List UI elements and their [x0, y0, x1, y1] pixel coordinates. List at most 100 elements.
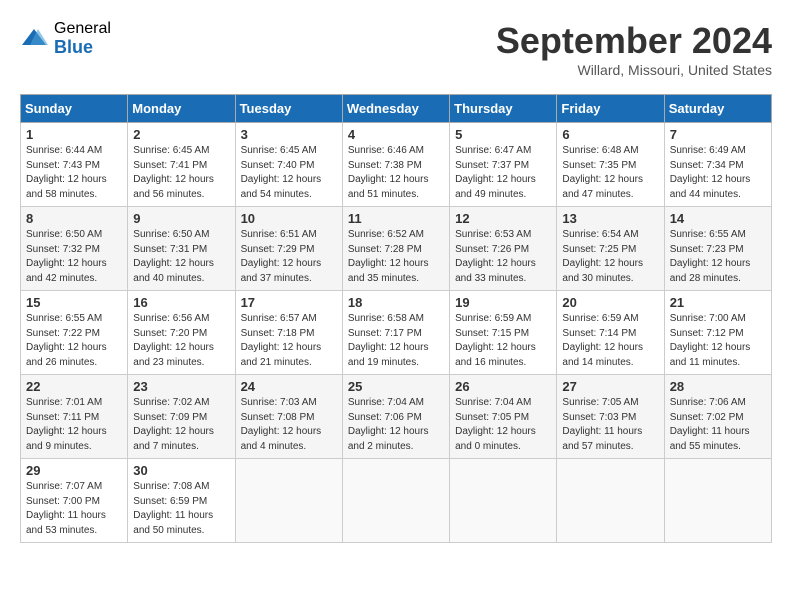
calendar-cell: 23 Sunrise: 7:02 AM Sunset: 7:09 PM Dayl… [128, 375, 235, 459]
sunset-label: Sunset: 7:37 PM [455, 160, 529, 171]
logo: General Blue [20, 20, 111, 57]
sunrise-label: Sunrise: 7:01 AM [26, 397, 102, 408]
day-number: 27 [562, 379, 658, 394]
calendar-cell: 13 Sunrise: 6:54 AM Sunset: 7:25 PM Dayl… [557, 207, 664, 291]
calendar-cell: 29 Sunrise: 7:07 AM Sunset: 7:00 PM Dayl… [21, 459, 128, 543]
sunrise-label: Sunrise: 6:45 AM [133, 145, 209, 156]
sunset-label: Sunset: 7:15 PM [455, 328, 529, 339]
calendar-cell: 19 Sunrise: 6:59 AM Sunset: 7:15 PM Dayl… [450, 291, 557, 375]
daylight-label: Daylight: 12 hours and 47 minutes. [562, 174, 643, 200]
day-number: 2 [133, 127, 229, 142]
daylight-label: Daylight: 12 hours and 21 minutes. [241, 342, 322, 368]
calendar-week-row: 29 Sunrise: 7:07 AM Sunset: 7:00 PM Dayl… [21, 459, 772, 543]
day-number: 28 [670, 379, 766, 394]
calendar-cell: 17 Sunrise: 6:57 AM Sunset: 7:18 PM Dayl… [235, 291, 342, 375]
calendar-cell: 9 Sunrise: 6:50 AM Sunset: 7:31 PM Dayli… [128, 207, 235, 291]
calendar-cell: 16 Sunrise: 6:56 AM Sunset: 7:20 PM Dayl… [128, 291, 235, 375]
calendar-cell: 18 Sunrise: 6:58 AM Sunset: 7:17 PM Dayl… [342, 291, 449, 375]
daylight-label: Daylight: 12 hours and 49 minutes. [455, 174, 536, 200]
day-number: 23 [133, 379, 229, 394]
day-info: Sunrise: 7:04 AM Sunset: 7:06 PM Dayligh… [348, 396, 444, 454]
sunrise-label: Sunrise: 6:49 AM [670, 145, 746, 156]
sunrise-label: Sunrise: 6:48 AM [562, 145, 638, 156]
day-info: Sunrise: 6:59 AM Sunset: 7:15 PM Dayligh… [455, 312, 551, 370]
day-info: Sunrise: 7:00 AM Sunset: 7:12 PM Dayligh… [670, 312, 766, 370]
day-info: Sunrise: 6:58 AM Sunset: 7:17 PM Dayligh… [348, 312, 444, 370]
day-number: 12 [455, 211, 551, 226]
calendar-cell: 20 Sunrise: 6:59 AM Sunset: 7:14 PM Dayl… [557, 291, 664, 375]
sunrise-label: Sunrise: 6:50 AM [133, 229, 209, 240]
day-number: 15 [26, 295, 122, 310]
calendar-cell: 7 Sunrise: 6:49 AM Sunset: 7:34 PM Dayli… [664, 123, 771, 207]
logo-blue: Blue [54, 38, 111, 58]
day-number: 4 [348, 127, 444, 142]
day-info: Sunrise: 6:52 AM Sunset: 7:28 PM Dayligh… [348, 228, 444, 286]
sunset-label: Sunset: 7:17 PM [348, 328, 422, 339]
daylight-label: Daylight: 12 hours and 4 minutes. [241, 426, 322, 452]
day-info: Sunrise: 7:08 AM Sunset: 6:59 PM Dayligh… [133, 480, 229, 538]
daylight-label: Daylight: 12 hours and 2 minutes. [348, 426, 429, 452]
calendar-week-row: 1 Sunrise: 6:44 AM Sunset: 7:43 PM Dayli… [21, 123, 772, 207]
calendar-cell: 24 Sunrise: 7:03 AM Sunset: 7:08 PM Dayl… [235, 375, 342, 459]
calendar-cell: 30 Sunrise: 7:08 AM Sunset: 6:59 PM Dayl… [128, 459, 235, 543]
calendar-cell: 21 Sunrise: 7:00 AM Sunset: 7:12 PM Dayl… [664, 291, 771, 375]
daylight-label: Daylight: 12 hours and 9 minutes. [26, 426, 107, 452]
day-number: 16 [133, 295, 229, 310]
daylight-label: Daylight: 11 hours and 57 minutes. [562, 426, 642, 452]
sunrise-label: Sunrise: 6:59 AM [455, 313, 531, 324]
weekday-header: Wednesday [342, 95, 449, 123]
daylight-label: Daylight: 12 hours and 19 minutes. [348, 342, 429, 368]
sunset-label: Sunset: 7:22 PM [26, 328, 100, 339]
day-info: Sunrise: 7:02 AM Sunset: 7:09 PM Dayligh… [133, 396, 229, 454]
sunrise-label: Sunrise: 6:57 AM [241, 313, 317, 324]
day-info: Sunrise: 6:54 AM Sunset: 7:25 PM Dayligh… [562, 228, 658, 286]
day-info: Sunrise: 7:05 AM Sunset: 7:03 PM Dayligh… [562, 396, 658, 454]
sunrise-label: Sunrise: 6:45 AM [241, 145, 317, 156]
sunset-label: Sunset: 7:28 PM [348, 244, 422, 255]
calendar-cell: 15 Sunrise: 6:55 AM Sunset: 7:22 PM Dayl… [21, 291, 128, 375]
sunrise-label: Sunrise: 6:53 AM [455, 229, 531, 240]
day-info: Sunrise: 6:49 AM Sunset: 7:34 PM Dayligh… [670, 144, 766, 202]
daylight-label: Daylight: 12 hours and 0 minutes. [455, 426, 536, 452]
sunset-label: Sunset: 7:41 PM [133, 160, 207, 171]
sunset-label: Sunset: 7:29 PM [241, 244, 315, 255]
sunrise-label: Sunrise: 7:06 AM [670, 397, 746, 408]
daylight-label: Daylight: 12 hours and 56 minutes. [133, 174, 214, 200]
calendar-cell [342, 459, 449, 543]
daylight-label: Daylight: 12 hours and 23 minutes. [133, 342, 214, 368]
calendar-cell [664, 459, 771, 543]
sunset-label: Sunset: 7:11 PM [26, 412, 99, 423]
sunset-label: Sunset: 7:31 PM [133, 244, 207, 255]
calendar-cell: 12 Sunrise: 6:53 AM Sunset: 7:26 PM Dayl… [450, 207, 557, 291]
sunset-label: Sunset: 7:20 PM [133, 328, 207, 339]
day-number: 5 [455, 127, 551, 142]
sunrise-label: Sunrise: 7:04 AM [455, 397, 531, 408]
sunset-label: Sunset: 7:02 PM [670, 412, 744, 423]
day-info: Sunrise: 6:59 AM Sunset: 7:14 PM Dayligh… [562, 312, 658, 370]
page-header: General Blue September 2024 Willard, Mis… [20, 20, 772, 78]
day-info: Sunrise: 6:55 AM Sunset: 7:23 PM Dayligh… [670, 228, 766, 286]
sunset-label: Sunset: 6:59 PM [133, 496, 207, 507]
daylight-label: Daylight: 11 hours and 53 minutes. [26, 510, 106, 536]
day-number: 6 [562, 127, 658, 142]
sunrise-label: Sunrise: 6:47 AM [455, 145, 531, 156]
daylight-label: Daylight: 12 hours and 7 minutes. [133, 426, 214, 452]
sunrise-label: Sunrise: 6:50 AM [26, 229, 102, 240]
sunrise-label: Sunrise: 7:02 AM [133, 397, 209, 408]
sunrise-label: Sunrise: 6:46 AM [348, 145, 424, 156]
sunrise-label: Sunrise: 6:44 AM [26, 145, 102, 156]
daylight-label: Daylight: 12 hours and 44 minutes. [670, 174, 751, 200]
daylight-label: Daylight: 12 hours and 11 minutes. [670, 342, 751, 368]
day-number: 9 [133, 211, 229, 226]
sunset-label: Sunset: 7:08 PM [241, 412, 315, 423]
daylight-label: Daylight: 12 hours and 14 minutes. [562, 342, 643, 368]
sunrise-label: Sunrise: 6:54 AM [562, 229, 638, 240]
calendar-cell: 3 Sunrise: 6:45 AM Sunset: 7:40 PM Dayli… [235, 123, 342, 207]
day-info: Sunrise: 7:04 AM Sunset: 7:05 PM Dayligh… [455, 396, 551, 454]
daylight-label: Daylight: 12 hours and 58 minutes. [26, 174, 107, 200]
day-info: Sunrise: 6:48 AM Sunset: 7:35 PM Dayligh… [562, 144, 658, 202]
day-info: Sunrise: 6:50 AM Sunset: 7:31 PM Dayligh… [133, 228, 229, 286]
month-title: September 2024 [496, 20, 772, 62]
day-number: 11 [348, 211, 444, 226]
daylight-label: Daylight: 12 hours and 16 minutes. [455, 342, 536, 368]
